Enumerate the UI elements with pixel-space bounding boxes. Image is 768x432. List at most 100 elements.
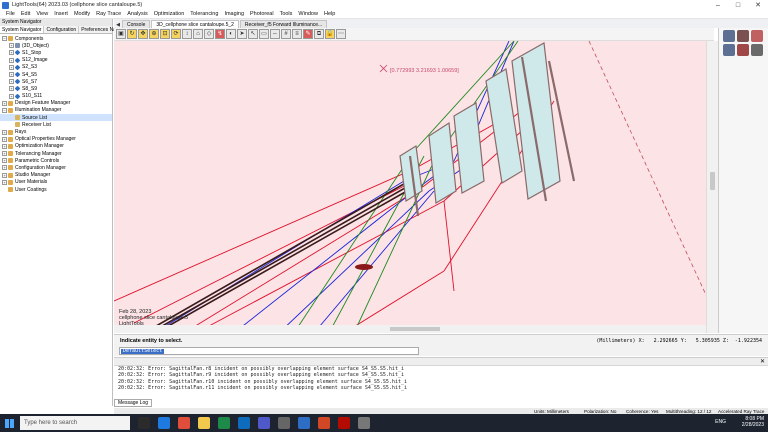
tree-item[interactable]: + S2_S3 xyxy=(0,64,112,71)
pick-mode-icon[interactable]: ▭ xyxy=(259,29,269,39)
tab-console[interactable]: Console xyxy=(122,20,151,28)
menu-optimization[interactable]: Optimization xyxy=(154,11,185,17)
more-tools-icon[interactable]: ⋯ xyxy=(336,29,346,39)
tree-item[interactable]: + S4_S5 xyxy=(0,71,112,78)
tree-item[interactable]: + S12_Image xyxy=(0,57,112,64)
lock-icon[interactable]: 🔒 xyxy=(325,29,335,39)
ray-trace-icon[interactable]: ↯ xyxy=(215,29,225,39)
tree-expander-icon[interactable]: + xyxy=(2,100,7,106)
select-arrow-icon[interactable]: ➤ xyxy=(237,29,247,39)
pointer-icon[interactable]: ↖ xyxy=(248,29,258,39)
language-indicator[interactable]: ENG xyxy=(715,419,726,425)
command-input[interactable]: DefaultSelect xyxy=(119,347,419,355)
tree-expander-icon[interactable]: − xyxy=(2,36,7,42)
close-button[interactable]: ✕ xyxy=(748,0,768,10)
tree-expander-icon[interactable]: + xyxy=(9,86,14,92)
menu-tolerancing[interactable]: Tolerancing xyxy=(190,11,218,17)
receiver-tool-icon[interactable] xyxy=(723,44,735,56)
lens-tool-icon[interactable] xyxy=(723,30,735,42)
tree-expander-icon[interactable]: + xyxy=(2,165,7,171)
excel-icon[interactable] xyxy=(218,417,230,429)
menu-window[interactable]: Window xyxy=(298,11,318,17)
menu-edit[interactable]: Edit xyxy=(21,11,30,17)
tree-expander-icon[interactable]: + xyxy=(2,158,7,164)
spin-icon[interactable]: ⟳ xyxy=(171,29,181,39)
tree-item[interactable]: + Configuration Manager xyxy=(0,164,112,171)
tree-item[interactable]: + Rays xyxy=(0,128,112,135)
taskbar-search[interactable]: Type here to search xyxy=(20,416,130,430)
viewport-vertical-scrollbar[interactable] xyxy=(706,41,718,333)
tree-item[interactable]: Source List xyxy=(0,114,112,122)
windows-start-icon[interactable] xyxy=(0,414,18,432)
ray-tool-icon[interactable] xyxy=(737,30,749,42)
tree-item[interactable]: + Studio Manager xyxy=(0,172,112,179)
tree-item[interactable]: + Optical Properties Manager xyxy=(0,136,112,143)
menu-modify[interactable]: Modify xyxy=(74,11,90,17)
tree-item[interactable]: + Optimization Manager xyxy=(0,143,112,150)
menu-insert[interactable]: Insert xyxy=(54,11,68,17)
menu-help[interactable]: Help xyxy=(324,11,335,17)
save-view-icon[interactable]: ▣ xyxy=(116,29,126,39)
tree-item[interactable]: + Design Feature Manager xyxy=(0,100,112,107)
tree-expander-icon[interactable]: + xyxy=(9,72,14,78)
tree-item[interactable]: + S1_Stop xyxy=(0,49,112,56)
tree-expander-icon[interactable]: + xyxy=(9,93,14,99)
tab-configuration[interactable]: Configuration xyxy=(44,26,80,33)
tree-item[interactable]: Receiver List xyxy=(0,121,112,128)
settings-icon[interactable] xyxy=(278,417,290,429)
tree-expander-icon[interactable]: − xyxy=(2,107,7,113)
vertical-scroll-thumb[interactable] xyxy=(710,172,715,190)
mail-icon[interactable] xyxy=(238,417,250,429)
tree-item[interactable]: + Tolerancing Manager xyxy=(0,150,112,157)
edge-icon[interactable] xyxy=(158,417,170,429)
wrench-tool-icon[interactable] xyxy=(737,44,749,56)
lighttools-icon[interactable] xyxy=(298,417,310,429)
tree-expander-icon[interactable]: + xyxy=(9,57,14,63)
tree-item[interactable]: − Components xyxy=(0,35,112,42)
menu-tools[interactable]: Tools xyxy=(280,11,293,17)
maximize-button[interactable]: □ xyxy=(728,0,748,10)
tree-item[interactable]: + S6_S7 xyxy=(0,78,112,85)
menu-file[interactable]: File xyxy=(6,11,15,17)
copy-icon[interactable]: ⧉ xyxy=(314,29,324,39)
tree-expander-icon[interactable]: + xyxy=(2,143,7,149)
tree-expander-icon[interactable]: + xyxy=(9,43,14,49)
reset-view-icon[interactable]: ⌂ xyxy=(193,29,203,39)
tree-item[interactable]: + S10_S11 xyxy=(0,93,112,100)
task-view-icon[interactable] xyxy=(138,417,150,429)
tree-item[interactable]: + User Materials xyxy=(0,179,112,186)
menu-ray-trace[interactable]: Ray Trace xyxy=(96,11,121,17)
zoom-window-icon[interactable]: ⊡ xyxy=(160,29,170,39)
tab-message-log[interactable]: Message Log xyxy=(114,399,153,407)
menu-photoreal[interactable]: Photoreal xyxy=(250,11,274,17)
pan-icon[interactable]: ✥ xyxy=(138,29,148,39)
dimension-tool-icon[interactable] xyxy=(751,44,763,56)
shade-icon[interactable]: ◐ xyxy=(226,29,236,39)
snip-icon[interactable] xyxy=(358,417,370,429)
acrobat-icon[interactable] xyxy=(338,417,350,429)
tree-item[interactable]: + (3D_Object) xyxy=(0,42,112,49)
chrome-icon[interactable] xyxy=(178,417,190,429)
source-tool-icon[interactable] xyxy=(751,30,763,42)
tree-expander-icon[interactable]: + xyxy=(2,151,7,157)
tree-item[interactable]: − Illumination Manager xyxy=(0,107,112,114)
teams-icon[interactable] xyxy=(258,417,270,429)
tab-system-navigator[interactable]: System Navigator xyxy=(0,26,45,33)
tree-item[interactable]: User Coatings xyxy=(0,186,112,193)
tree-expander-icon[interactable]: + xyxy=(2,172,7,178)
horizontal-scroll-thumb[interactable] xyxy=(390,327,440,331)
zoom-icon[interactable]: ⊕ xyxy=(149,29,159,39)
viewport-horizontal-scrollbar[interactable] xyxy=(114,325,706,333)
close-log-icon[interactable]: ✕ xyxy=(760,358,765,365)
powerpoint-icon[interactable] xyxy=(318,417,330,429)
file-explorer-icon[interactable] xyxy=(198,417,210,429)
tree-expander-icon[interactable]: + xyxy=(2,129,7,135)
layer-icon[interactable]: ≡ xyxy=(292,29,302,39)
menu-analysis[interactable]: Analysis xyxy=(127,11,147,17)
tree-item[interactable]: + Parametric Controls xyxy=(0,157,112,164)
tree-expander-icon[interactable]: + xyxy=(9,50,14,56)
measure-icon[interactable]: ⇔ xyxy=(270,29,280,39)
wireframe-icon[interactable]: ◇ xyxy=(204,29,214,39)
tree-expander-icon[interactable]: + xyxy=(9,64,14,70)
tab-3d-view[interactable]: 3D_cellphone slice cantaloupe.5_2 xyxy=(151,20,239,28)
